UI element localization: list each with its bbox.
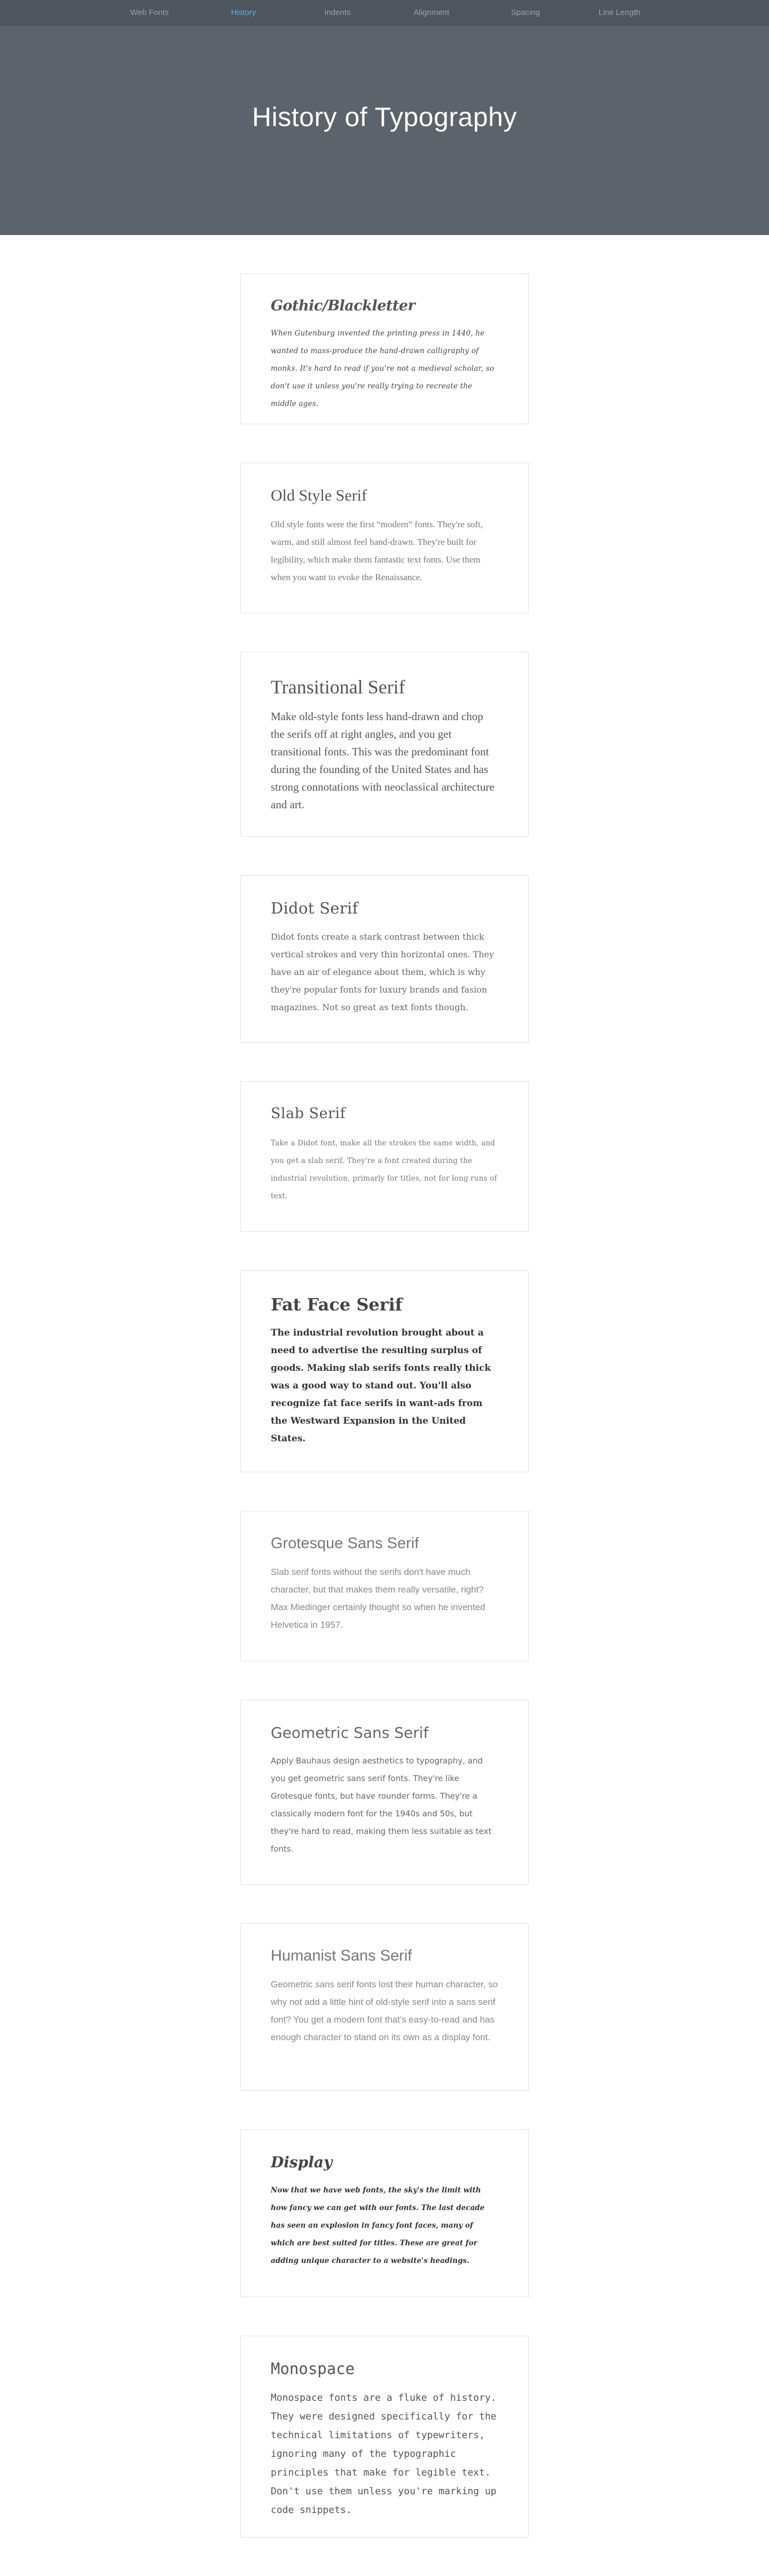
card-fat-face-serif: Fat Face Serif The industrial revolution…: [240, 1270, 529, 1472]
card-body: Monospace fonts are a fluke of history. …: [271, 2392, 497, 2516]
card-body: Apply Bauhaus design aesthetics to typog…: [271, 1756, 492, 1854]
top-nav: Web Fonts History Indents Alignment Spac…: [0, 0, 769, 26]
card-body: Geometric sans serif fonts lost their hu…: [271, 1979, 498, 2042]
card-transitional-serif: Transitional Serif Make old-style fonts …: [240, 652, 529, 837]
card-humanist-sans-serif: Humanist Sans Serif Geometric sans serif…: [240, 1923, 529, 2091]
card-title: Monospace: [271, 2360, 355, 2378]
card-title: Geometric Sans Serif: [271, 1724, 429, 1742]
card-old-style-serif: Old Style Serif Old style fonts were the…: [240, 463, 529, 613]
card-slab-serif: Slab Serif Take a Didot font, make all t…: [240, 1081, 529, 1232]
card-display: Display Now that we have web fonts, the …: [240, 2129, 529, 2297]
card-title: Gothic/Blackletter: [271, 298, 415, 314]
nav-indents[interactable]: Indents: [324, 8, 350, 17]
card-didot-serif: Didot Serif Didot fonts create a stark c…: [240, 875, 529, 1043]
card-grotesque-sans-serif: Grotesque Sans Serif Slab serif fonts wi…: [240, 1511, 529, 1661]
page-title: History of Typography: [252, 102, 517, 132]
card-gothic-blackletter: Gothic/Blackletter When Gutenburg invent…: [240, 274, 529, 424]
nav-line-length[interactable]: Line Length: [599, 8, 640, 17]
card-title: Grotesque Sans Serif: [271, 1535, 419, 1552]
card-monospace: Monospace Monospace fonts are a fluke of…: [240, 2336, 529, 2538]
card-body: Make old-style fonts less hand-drawn and…: [271, 710, 495, 811]
card-body: Take a Didot font, make all the strokes …: [271, 1139, 497, 1200]
card-body: The industrial revolution brought about …: [271, 1328, 491, 1444]
nav-history[interactable]: History: [231, 8, 256, 17]
nav-spacing[interactable]: Spacing: [511, 8, 540, 17]
card-geometric-sans-serif: Geometric Sans Serif Apply Bauhaus desig…: [240, 1700, 529, 1885]
card-body: Didot fonts create a stark contrast betw…: [271, 932, 494, 1012]
card-title: Old Style Serif: [271, 487, 367, 504]
card-body: Slab serif fonts without the serifs don'…: [271, 1567, 485, 1630]
card-title: Transitional Serif: [271, 676, 405, 698]
card-title: Fat Face Serif: [271, 1294, 403, 1315]
card-body: When Gutenburg invented the printing pre…: [271, 329, 495, 408]
card-title: Display: [271, 2153, 333, 2171]
card-body: Now that we have web fonts, the sky's th…: [271, 2186, 485, 2265]
font-cards: Gothic/Blackletter When Gutenburg invent…: [240, 235, 529, 2538]
nav-web-fonts[interactable]: Web Fonts: [130, 8, 169, 17]
card-title: Didot Serif: [271, 899, 358, 917]
card-title: Humanist Sans Serif: [271, 1947, 412, 1964]
hero-banner: History of Typography: [0, 26, 769, 235]
card-body: Old style fonts were the first “modern” …: [271, 519, 483, 582]
nav-alignment[interactable]: Alignment: [414, 8, 450, 17]
card-title: Slab Serif: [271, 1105, 346, 1122]
